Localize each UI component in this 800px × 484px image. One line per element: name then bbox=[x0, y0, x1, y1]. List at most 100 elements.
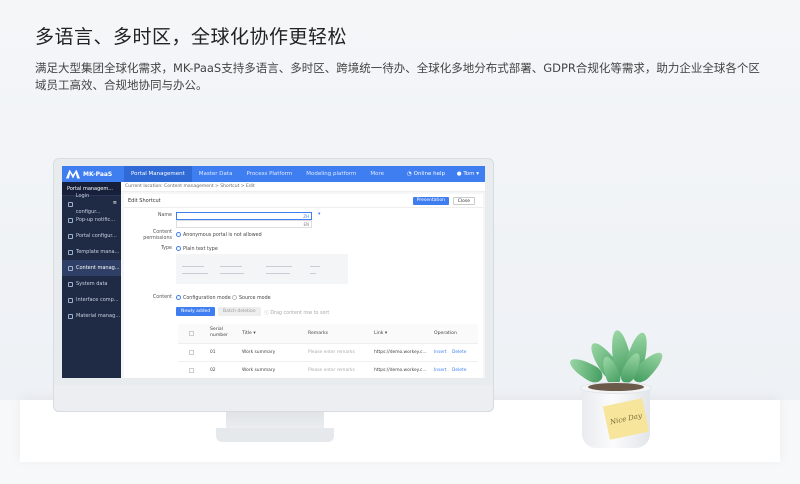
nav-more[interactable]: More bbox=[363, 166, 391, 182]
presentation-button[interactable]: Presentation bbox=[412, 197, 449, 205]
logo: MK-PaaS bbox=[66, 169, 118, 179]
add-button[interactable]: Newly added bbox=[176, 307, 216, 316]
nav-process-platform[interactable]: Process Platform bbox=[239, 166, 299, 182]
permissions-option-label: Anonymous portal is not allowed bbox=[183, 233, 262, 238]
col-link[interactable]: Link ▾ bbox=[374, 331, 387, 336]
logo-text: MK-PaaS bbox=[83, 170, 113, 178]
col-operation: Operation bbox=[434, 331, 457, 336]
nav-master-data[interactable]: Master Data bbox=[192, 166, 240, 182]
row-checkbox[interactable] bbox=[189, 350, 194, 355]
system-icon bbox=[68, 281, 73, 287]
sidebar-item-label: Pop-up notific... bbox=[76, 217, 116, 223]
content-icon bbox=[68, 265, 73, 271]
headline: 多语言、多时区，全球化协作更轻松 bbox=[35, 26, 348, 48]
material-icon bbox=[68, 313, 73, 319]
close-button[interactable]: Close bbox=[452, 197, 475, 205]
menu-icon[interactable]: ≡ bbox=[113, 196, 117, 210]
type-label: Type bbox=[160, 246, 172, 251]
radio-icon bbox=[176, 246, 181, 251]
preview-line bbox=[266, 273, 290, 274]
lang-en-label: EN bbox=[303, 222, 309, 227]
app-screen: MK-PaaS Portal Management Master Data Pr… bbox=[62, 166, 485, 378]
content-label: Content bbox=[152, 295, 172, 300]
col-remarks: Remarks bbox=[308, 331, 329, 336]
table-row: 01 Work summary Please enter remarks htt… bbox=[178, 344, 478, 362]
radio-icon bbox=[232, 295, 237, 300]
sidebar: Portal managem... ≡ Login configur... Po… bbox=[62, 182, 121, 378]
preview-line bbox=[266, 266, 292, 267]
sidebar-item-popup[interactable]: Pop-up notific... bbox=[62, 212, 121, 228]
user-menu[interactable]: ● Tom ▾ bbox=[457, 166, 479, 182]
drag-hint-text: Drag content row to sort bbox=[270, 311, 330, 316]
edit-panel: Edit Shortcut Presentation Close Name ZH… bbox=[124, 194, 483, 378]
sidebar-item-template[interactable]: Template mana... bbox=[62, 244, 121, 260]
sidebar-item-material[interactable]: Material manag... bbox=[62, 308, 121, 324]
permissions-option[interactable]: Anonymous portal is not allowed bbox=[176, 232, 262, 238]
batch-delete-button[interactable]: Batch deletion bbox=[218, 307, 261, 316]
table-row: 02 Work summary Please enter remarks htt… bbox=[178, 362, 478, 378]
sidebar-item-system-data[interactable]: System data bbox=[62, 276, 121, 292]
mode-config-option[interactable]: Configuration mode bbox=[176, 295, 231, 301]
preview-line bbox=[310, 273, 316, 274]
col-link-label: Link bbox=[374, 331, 384, 336]
permissions-label: Content permissions bbox=[143, 230, 172, 241]
sidebar-item-label: Portal configur... bbox=[76, 233, 117, 239]
sidebar-item-interface[interactable]: Interface comp... bbox=[62, 292, 121, 308]
name-input[interactable]: ZH bbox=[176, 212, 312, 220]
preview-line bbox=[310, 266, 320, 267]
preview-line bbox=[220, 273, 244, 274]
cell-title: Work summary bbox=[242, 368, 276, 373]
top-nav-bar: MK-PaaS Portal Management Master Data Pr… bbox=[62, 166, 485, 182]
online-help-link[interactable]: ◔ Online help bbox=[407, 166, 445, 182]
cell-title: Work summary bbox=[242, 350, 276, 355]
mode-config-label: Configuration mode bbox=[183, 296, 231, 301]
monitor-chin bbox=[53, 385, 494, 412]
insert-link[interactable]: Insert bbox=[434, 350, 447, 355]
sidebar-item-portal-config[interactable]: Portal configur... bbox=[62, 228, 121, 244]
col-title-label: Title bbox=[242, 331, 252, 336]
interface-icon bbox=[68, 297, 73, 303]
name-lang-dropdown[interactable]: EN bbox=[176, 220, 312, 228]
type-option[interactable]: Plain text type bbox=[176, 246, 218, 252]
row-checkbox[interactable] bbox=[189, 368, 194, 373]
preview-line bbox=[182, 266, 204, 267]
portal-icon bbox=[68, 233, 73, 239]
login-icon bbox=[68, 201, 73, 207]
online-help-label: Online help bbox=[413, 171, 445, 177]
cell-remarks[interactable]: Please enter remarks bbox=[308, 368, 355, 373]
delete-link[interactable]: Delete bbox=[452, 350, 466, 355]
description: 满足大型集团全球化需求，MK-PaaS支持多语言、多时区、跨境统一待办、全球化多… bbox=[35, 61, 760, 92]
insert-link[interactable]: Insert bbox=[434, 368, 447, 373]
nav-portal-management[interactable]: Portal Management bbox=[124, 166, 192, 182]
cell-link[interactable]: https://demo.workey.c... bbox=[374, 350, 427, 355]
table-header: Serial number Title ▾ Remarks Link ▾ Ope… bbox=[178, 324, 478, 344]
radio-icon bbox=[176, 232, 181, 237]
type-option-label: Plain text type bbox=[183, 247, 218, 252]
language-icon[interactable]: ▾ bbox=[318, 212, 320, 217]
template-icon bbox=[68, 249, 73, 255]
cell-link[interactable]: https://demo.workey.c... bbox=[374, 368, 427, 373]
cell-serial: 01 bbox=[210, 350, 216, 355]
mode-source-label: Source mode bbox=[239, 296, 271, 301]
select-all-checkbox[interactable] bbox=[189, 331, 194, 336]
sidebar-item-login-config[interactable]: Login configur... bbox=[62, 193, 113, 215]
lang-zh-label: ZH bbox=[303, 214, 309, 219]
sidebar-item-label: Content manag... bbox=[76, 265, 120, 271]
delete-link[interactable]: Delete bbox=[452, 368, 466, 373]
preview-line bbox=[220, 266, 242, 267]
sidebar-item-label: System data bbox=[76, 281, 108, 287]
drag-hint: ⓘ Drag content row to sort bbox=[264, 311, 330, 316]
popup-icon bbox=[68, 217, 73, 223]
logo-mark-icon bbox=[66, 169, 80, 179]
pot-soil bbox=[588, 383, 644, 391]
radio-icon bbox=[176, 295, 181, 300]
nav-modeling-platform[interactable]: Modeling platform bbox=[299, 166, 363, 182]
breadcrumb: Current location: Content management > S… bbox=[121, 182, 485, 192]
cell-remarks[interactable]: Please enter remarks bbox=[308, 350, 355, 355]
type-preview bbox=[176, 254, 348, 284]
main-area: Current location: Content management > S… bbox=[121, 182, 485, 378]
cell-serial: 02 bbox=[210, 368, 216, 373]
mode-source-option[interactable]: Source mode bbox=[232, 295, 271, 301]
sidebar-item-content[interactable]: Content manag... bbox=[62, 260, 121, 276]
col-title[interactable]: Title ▾ bbox=[242, 331, 256, 336]
